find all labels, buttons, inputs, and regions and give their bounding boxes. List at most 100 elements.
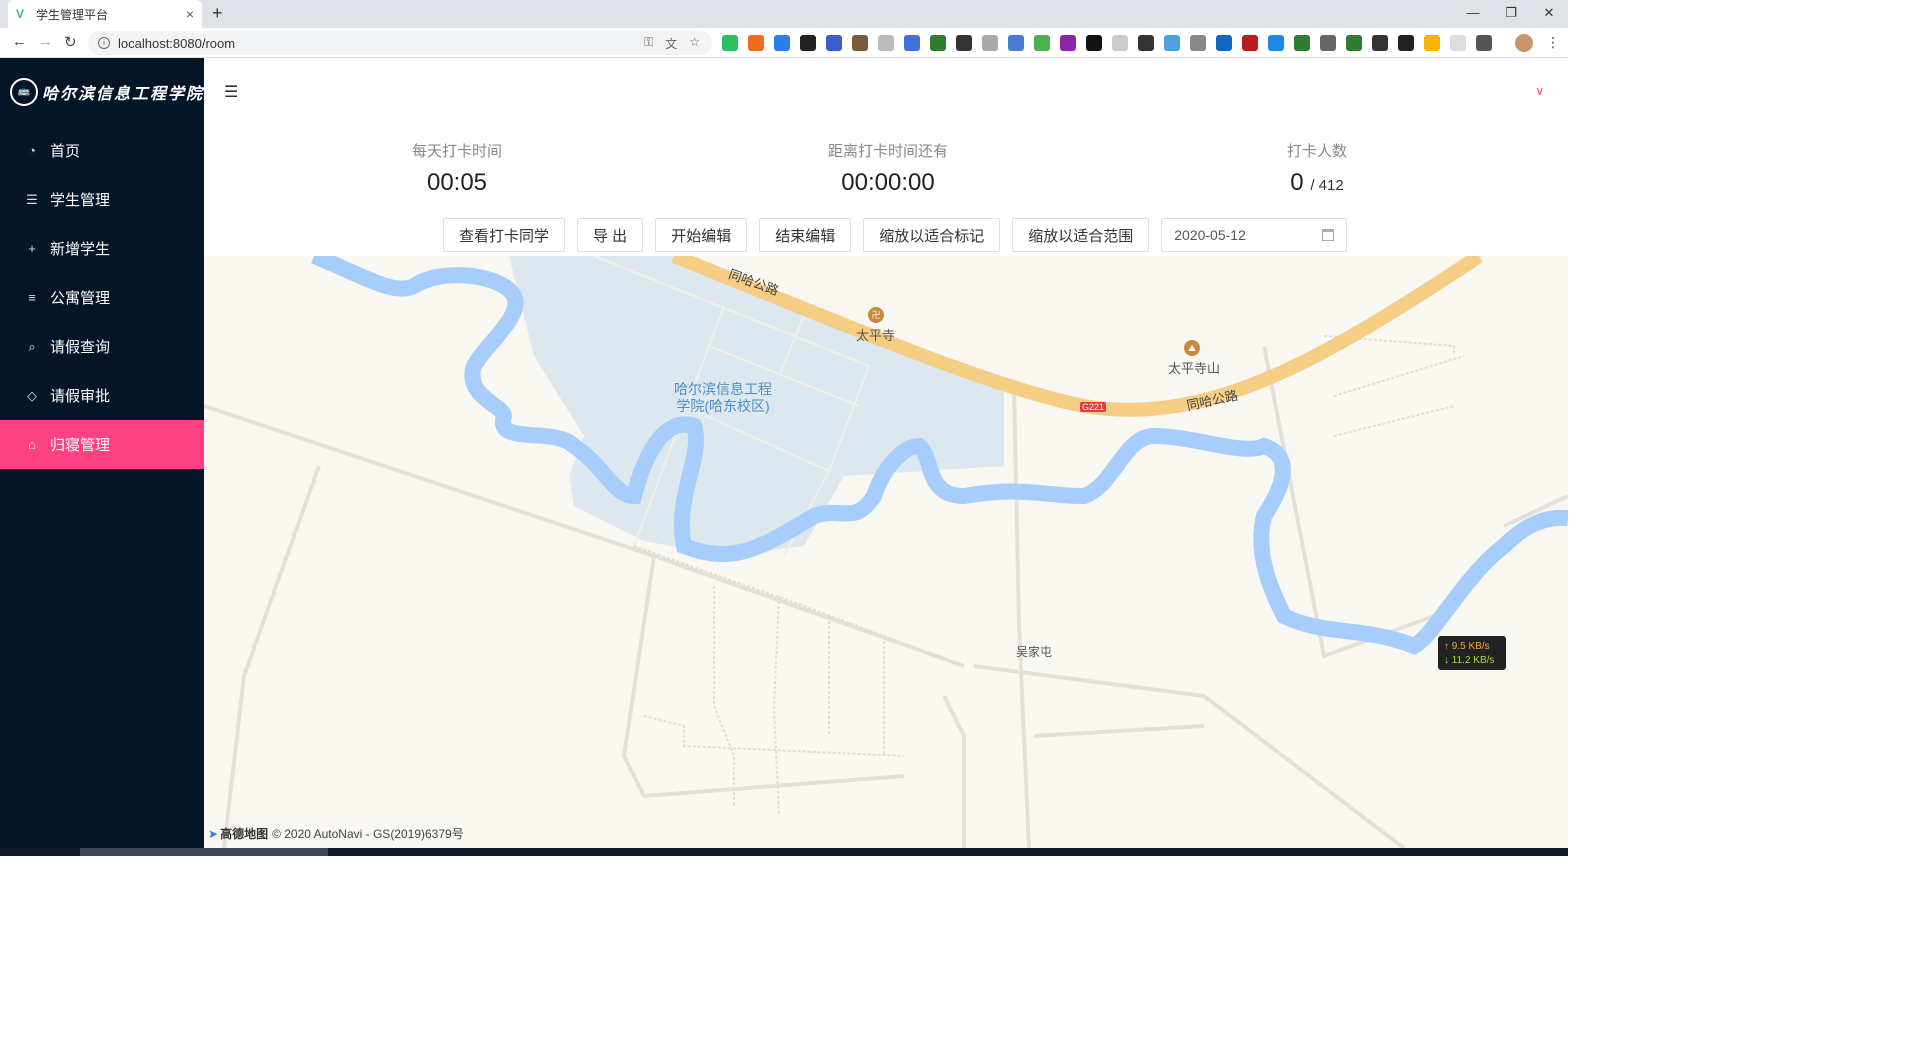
poi-label-mountain: 太平寺山 [1168,361,1221,376]
extension-icon[interactable] [748,35,764,51]
sidebar-item-home[interactable]: ◔ 首页 [0,126,204,175]
extension-icon[interactable] [1398,35,1414,51]
sidebar-item-label: 归寝管理 [50,437,111,454]
temple-poi-icon[interactable]: 卍 [868,307,884,323]
extension-icon[interactable] [1216,35,1232,51]
map-copyright: © 2020 AutoNavi - GS(2019)6379号 [272,827,464,841]
extension-icon[interactable] [1320,35,1336,51]
sidebar-item-label: 新增学生 [50,241,111,258]
mountain-poi-icon[interactable]: ⛰ [1184,340,1200,356]
sidebar-item-leave-query[interactable]: ⌕ 请假查询 [0,322,204,371]
map-view[interactable]: 哈尔滨信息工程 学院(哈东校区) 卍 太平寺 ⛰ 太平寺山 同哈公路 同哈公路 … [204,256,1568,848]
extension-icon[interactable] [800,35,816,51]
site-info-icon[interactable]: i [98,37,110,49]
profile-avatar[interactable] [1515,34,1533,52]
extension-evernote-icon[interactable] [722,35,738,51]
sidebar-item-return-management[interactable]: ⌂ 归寝管理 [0,420,204,469]
extension-icon[interactable] [1346,35,1362,51]
school-logo-text: 哈尔滨信息工程学院 [42,84,205,103]
extension-icon[interactable] [1294,35,1310,51]
extension-icon[interactable] [982,35,998,51]
taskbar-active-item[interactable] [80,848,328,856]
stat-value: 00:00:00 [841,169,935,196]
new-tab-button[interactable]: + [212,3,223,24]
extension-icon[interactable] [1268,35,1284,51]
extension-icon[interactable] [1424,35,1440,51]
key-icon[interactable]: ⚿ [644,35,653,52]
chevron-down-icon[interactable]: ∨ [1535,84,1544,98]
forward-arrow-icon[interactable]: → [38,33,53,50]
fit-range-button[interactable]: 缩放以适合范围 [1012,218,1150,252]
map-canvas [204,256,1568,848]
extension-icon[interactable] [1008,35,1024,51]
stat-value: 00:05 [426,169,488,196]
extension-icon[interactable] [1086,35,1102,51]
extension-icon[interactable] [1190,35,1206,51]
date-picker[interactable]: 2020-05-12 [1161,218,1348,252]
extension-icon[interactable] [1138,35,1154,51]
extension-icon[interactable] [826,35,842,51]
extension-icon[interactable] [1476,35,1492,51]
extension-icon[interactable] [852,35,868,51]
maximize-button[interactable]: ❐ [1492,0,1530,28]
start-edit-button[interactable]: 开始编辑 [655,218,748,252]
tab-close-icon[interactable]: × [186,6,194,22]
stat-label: 距离打卡时间还有 [828,143,949,160]
map-toolbar: 查看打卡同学 导 出 开始编辑 结束编辑 缩放以适合标记 缩放以适合范围 202… [443,218,1348,252]
end-edit-button[interactable]: 结束编辑 [759,218,852,252]
stat-value: 0 / 412 [1287,169,1347,197]
browser-tab-bar: V 学生管理平台 × + — ❐ ✕ [0,0,1568,28]
campus-label-line: 学院(哈东校区) [676,398,770,414]
reload-icon[interactable]: ↻ [64,33,77,51]
upload-speed: ↑ 9.5 KB/s [1444,641,1490,652]
address-bar-row: ← → ↻ i localhost:8080/room ⚿ 文 ☆ ⋮ [0,28,1568,58]
extension-icon[interactable] [774,35,790,51]
os-taskbar [0,848,1568,856]
extension-icon[interactable] [1112,35,1128,51]
translate-icon[interactable]: 文 [665,35,677,52]
extension-icon[interactable] [878,35,894,51]
extension-icon[interactable] [930,35,946,51]
extension-icon[interactable] [1242,35,1258,51]
stat-daily-time: 每天打卡时间 00:05 [412,140,502,197]
campus-label[interactable]: 哈尔滨信息工程 学院(哈东校区) [674,381,772,415]
extension-icon[interactable] [1164,35,1180,51]
close-window-button[interactable]: ✕ [1530,0,1568,28]
collapse-menu-icon[interactable]: ☰ [224,82,238,102]
minimize-button[interactable]: — [1454,0,1492,28]
extension-icon[interactable] [1060,35,1076,51]
download-speed: ↓ 11.2 KB/s [1444,655,1495,666]
extension-icon[interactable] [956,35,972,51]
poi-label-temple: 太平寺 [856,328,896,343]
omnibox[interactable]: i localhost:8080/room ⚿ 文 ☆ [88,31,712,55]
sidebar-item-label: 请假查询 [50,339,111,356]
align-left-icon: ≡ [28,290,36,305]
sidebar-item-leave-approval[interactable]: ◇ 请假审批 [0,371,204,420]
browser-menu-icon[interactable]: ⋮ [1546,34,1560,51]
back-arrow-icon[interactable]: ← [12,33,27,50]
sidebar-item-student-management[interactable]: ☰ 学生管理 [0,175,204,224]
url-text[interactable]: localhost:8080/room [118,36,644,51]
extension-icon[interactable] [1450,35,1466,51]
extension-icon[interactable] [904,35,920,51]
extension-icon[interactable] [1034,35,1050,51]
network-speed-widget: ↑ 9.5 KB/s ↓ 11.2 KB/s [1438,636,1506,670]
fit-markers-button[interactable]: 缩放以适合标记 [863,218,1001,252]
sidebar-item-label: 首页 [50,143,81,160]
browser-tab[interactable]: V 学生管理平台 × [8,0,202,28]
sidebar-item-label: 学生管理 [50,192,111,209]
stat-label: 每天打卡时间 [412,143,503,160]
calendar-icon [1322,229,1335,241]
sidebar-item-add-student[interactable]: + 新增学生 [0,224,204,273]
sidebar-item-dorm-management[interactable]: ≡ 公寓管理 [0,273,204,322]
export-button[interactable]: 导 出 [577,218,644,252]
home-icon: ⌂ [28,437,36,452]
window-controls: — ❐ ✕ [1454,0,1568,28]
amap-brand: 高德地图 [220,827,269,841]
extension-icon[interactable] [1372,35,1388,51]
plus-icon: + [28,241,36,256]
school-emblem-icon: 🚌 [10,78,38,106]
extension-icons [722,35,1492,51]
view-checked-in-button[interactable]: 查看打卡同学 [443,218,566,252]
bookmark-star-icon[interactable]: ☆ [689,35,700,52]
